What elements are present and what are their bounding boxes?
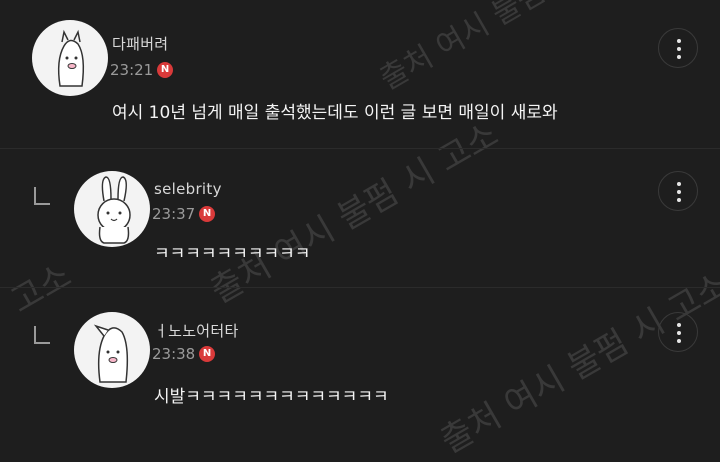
more-options-button[interactable] [658,171,698,211]
comment-item: 다패버려 23:21 N 여시 10년 넘게 매일 출석했는데도 이런 글 보면… [0,0,720,148]
reply-item: ㅓ노노어터타 23:38 N 시발ㅋㅋㅋㅋㅋㅋㅋㅋㅋㅋㅋㅋㅋ [0,288,720,429]
more-options-button[interactable] [658,28,698,68]
avatar[interactable] [74,171,150,247]
comment-author[interactable]: 다패버려 [112,33,168,54]
new-badge-icon: N [199,206,215,222]
avatar-image [93,324,129,383]
avatar-image [57,29,85,87]
new-badge-icon: N [157,62,173,78]
more-vertical-icon [677,182,681,186]
avatar-image [97,176,131,244]
new-badge-icon: N [199,346,215,362]
avatar[interactable] [74,312,150,388]
comment-author[interactable]: ㅓ노노어터타 [154,320,239,341]
reply-arrow-icon [34,187,50,205]
comment-author[interactable]: selebrity [154,180,222,198]
comment-time: 23:37 [152,205,196,223]
comment-time: 23:38 [152,345,196,363]
more-vertical-icon [677,39,681,43]
comment-text: ㅋㅋㅋㅋㅋㅋㅋㅋㅋㅋ [154,244,311,264]
avatar[interactable] [32,20,108,96]
more-options-button[interactable] [658,312,698,352]
comment-text: 시발ㅋㅋㅋㅋㅋㅋㅋㅋㅋㅋㅋㅋㅋ [154,387,389,407]
reply-item: selebrity 23:37 N ㅋㅋㅋㅋㅋㅋㅋㅋㅋㅋ [0,149,720,287]
reply-arrow-icon [34,326,50,344]
more-vertical-icon [677,323,681,327]
comment-time: 23:21 [110,61,154,79]
comment-text: 여시 10년 넘게 매일 출석했는데도 이런 글 보면 매일이 새로와 [112,103,558,123]
